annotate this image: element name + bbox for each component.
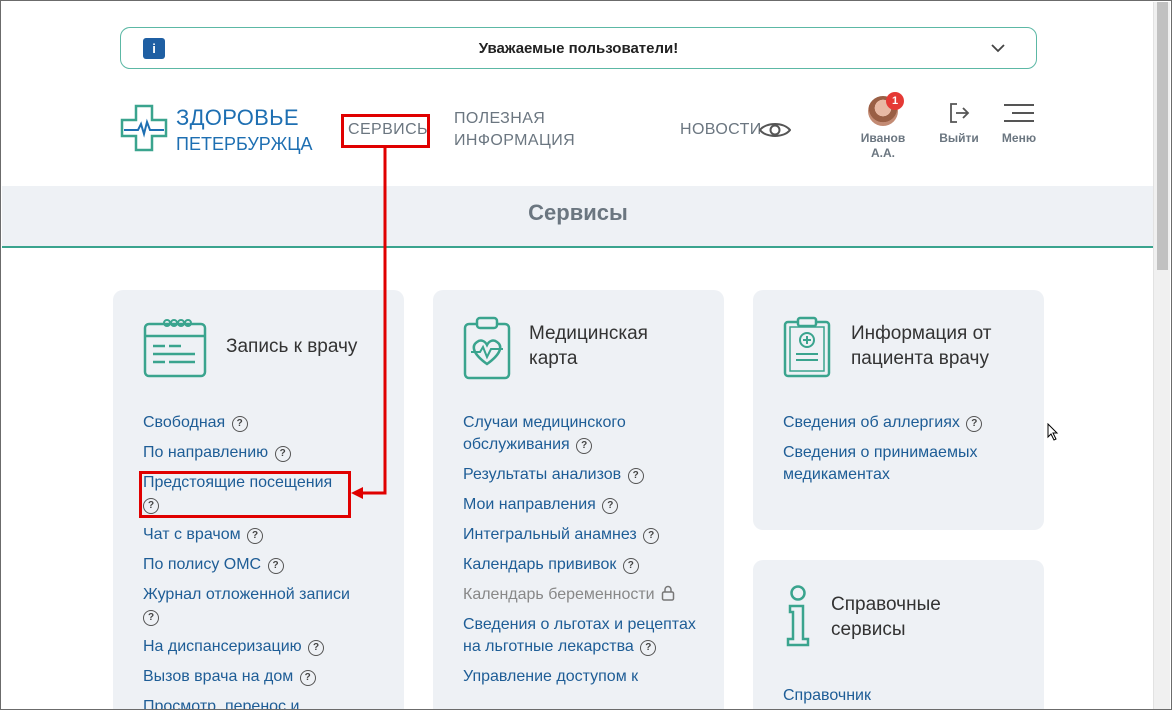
site-logo[interactable]: ЗДОРОВЬЕ ПЕТЕРБУРЖЦА — [120, 104, 320, 154]
link-free-appointment[interactable]: Свободная ? — [143, 412, 390, 434]
link-medical-cases-label: Случаи медицинского обслуживания — [463, 414, 626, 453]
link-dispensary-label: На диспансеризацию — [143, 638, 302, 655]
browser-viewport: i Уважаемые пользователи! ЗДОРОВЬЕ ПЕТЕР… — [0, 0, 1172, 710]
card-patient-info-title-line2: пациента врачу — [851, 348, 989, 369]
help-icon[interactable]: ? — [143, 610, 159, 626]
logout-icon — [950, 103, 970, 123]
link-home-visit-label: Вызов врача на дом — [143, 668, 294, 685]
menu-label: Меню — [1001, 131, 1037, 145]
card-reference-services-title: Справочные сервисы — [831, 592, 941, 642]
link-deferred-journal[interactable]: Журнал отложенной записи? — [143, 584, 390, 628]
logout-button[interactable]: Выйти — [935, 101, 983, 145]
info-i-icon — [786, 585, 810, 647]
link-view-reschedule[interactable]: Просмотр, перенос и — [143, 696, 390, 709]
link-home-visit[interactable]: Вызов врача на дом ? — [143, 666, 390, 688]
help-icon[interactable]: ? — [247, 528, 264, 544]
logo-line-2: ПЕТЕРБУРЖЦА — [176, 134, 313, 154]
card-reference-services-title-line2: сервисы — [831, 619, 906, 640]
link-dispensary[interactable]: На диспансеризацию ? — [143, 636, 390, 658]
link-integral-anamnesis-label: Интегральный анамнез — [463, 526, 637, 543]
user-name-line2: А.А. — [871, 146, 895, 160]
link-vaccination-calendar[interactable]: Календарь прививок ? — [463, 554, 710, 576]
help-icon[interactable]: ? — [622, 558, 639, 574]
help-icon[interactable]: ? — [602, 498, 619, 514]
notice-banner[interactable]: i Уважаемые пользователи! — [120, 27, 1037, 69]
page-title: Сервисы — [528, 200, 628, 225]
link-doctor-chat-label: Чат с врачом — [143, 526, 241, 543]
user-profile[interactable]: 1 Иванов А.А. — [853, 92, 913, 161]
link-oms-policy[interactable]: По полису ОМС ? — [143, 554, 390, 576]
help-icon[interactable]: ? — [576, 438, 593, 454]
link-test-results-label: Результаты анализов — [463, 466, 622, 483]
link-deferred-journal-label: Журнал отложенной записи — [143, 586, 350, 603]
link-directory[interactable]: Справочник — [783, 685, 1030, 707]
card-reference-services-title-line1: Справочные — [831, 594, 941, 615]
notice-text: Уважаемые пользователи! — [478, 40, 679, 57]
logout-label: Выйти — [939, 131, 979, 145]
medical-clipboard-icon — [783, 316, 831, 378]
link-medical-cases[interactable]: Случаи медицинского обслуживания ? — [463, 412, 710, 456]
link-allergies-label: Сведения об аллергиях — [783, 414, 960, 431]
clipboard-heart-icon — [463, 316, 511, 380]
calendar-list-icon — [143, 319, 207, 378]
lock-icon — [661, 585, 675, 601]
user-name: Иванов А.А. — [853, 131, 913, 161]
link-medications[interactable]: Сведения о принимаемых медикаментах — [783, 442, 1030, 486]
card-patient-info-title: Информация от пациента врачу — [851, 321, 991, 371]
help-icon[interactable]: ? — [308, 640, 325, 656]
link-oms-policy-label: По полису ОМС — [143, 556, 262, 573]
link-test-results[interactable]: Результаты анализов ? — [463, 464, 710, 486]
highlight-upcoming-visits — [139, 471, 351, 518]
nav-useful-info[interactable]: ПОЛЕЗНАЯ ИНФОРМАЦИЯ — [454, 108, 575, 152]
logo-cross-icon — [120, 104, 168, 152]
card-medical-record: Медицинская карта Случаи медицинского об… — [433, 290, 724, 709]
help-icon[interactable]: ? — [231, 416, 248, 432]
user-name-line1: Иванов — [860, 131, 906, 145]
eye-icon[interactable] — [759, 121, 791, 139]
help-icon[interactable]: ? — [299, 670, 316, 686]
link-integral-anamnesis[interactable]: Интегральный анамнез ? — [463, 524, 710, 546]
card-patient-info: Информация от пациента врачу Сведения об… — [753, 290, 1044, 530]
card-reference-services: Справочные сервисы Справочник — [753, 560, 1044, 709]
help-icon[interactable]: ? — [643, 528, 660, 544]
card-patient-info-title-line1: Информация от — [851, 323, 992, 344]
link-by-referral[interactable]: По направлению ? — [143, 442, 390, 464]
link-by-referral-label: По направлению — [143, 444, 269, 461]
nav-news[interactable]: НОВОСТИ — [680, 119, 762, 141]
link-my-referrals[interactable]: Мои направления ? — [463, 494, 710, 516]
menu-button[interactable]: Меню — [996, 101, 1042, 145]
mouse-cursor-icon — [1047, 423, 1059, 441]
nav-useful-info-line2: ИНФОРМАЦИЯ — [454, 132, 576, 149]
link-benefits-prescriptions-label: Сведения о льготах и рецептах на льготны… — [463, 616, 696, 655]
scrollbar-thumb[interactable] — [1157, 2, 1168, 270]
help-icon[interactable]: ? — [640, 640, 657, 656]
card-medical-record-title-line2: карта — [529, 348, 578, 369]
avatar: 1 — [868, 92, 904, 126]
help-icon[interactable]: ? — [966, 416, 983, 432]
link-allergies[interactable]: Сведения об аллергиях ? — [783, 412, 1030, 434]
vertical-scrollbar[interactable] — [1153, 2, 1170, 709]
card-medical-record-title-line1: Медицинская — [529, 323, 648, 344]
chevron-down-icon[interactable] — [990, 40, 1006, 56]
help-icon[interactable]: ? — [274, 446, 291, 462]
link-benefits-prescriptions[interactable]: Сведения о льготах и рецептах на льготны… — [463, 614, 710, 658]
link-access-management[interactable]: Управление доступом к — [463, 666, 710, 688]
link-my-referrals-label: Мои направления — [463, 496, 596, 513]
link-free-appointment-label: Свободная — [143, 414, 226, 431]
notification-badge: 1 — [886, 92, 904, 110]
page-title-band: Сервисы — [2, 186, 1154, 248]
highlight-services — [341, 114, 430, 148]
logo-line-1: ЗДОРОВЬЕ — [176, 105, 299, 130]
card-medical-record-title: Медицинская карта — [529, 321, 648, 371]
link-pregnancy-calendar-label: Календарь беременности — [463, 586, 655, 603]
help-icon[interactable]: ? — [627, 468, 644, 484]
card-appointment-title: Запись к врачу — [226, 336, 358, 357]
help-icon[interactable]: ? — [267, 558, 284, 574]
hamburger-icon — [1004, 104, 1034, 122]
link-vaccination-calendar-label: Календарь прививок — [463, 556, 617, 573]
link-pregnancy-calendar: Календарь беременности — [463, 584, 710, 606]
nav-useful-info-line1: ПОЛЕЗНАЯ — [454, 110, 546, 127]
link-doctor-chat[interactable]: Чат с врачом ? — [143, 524, 390, 546]
